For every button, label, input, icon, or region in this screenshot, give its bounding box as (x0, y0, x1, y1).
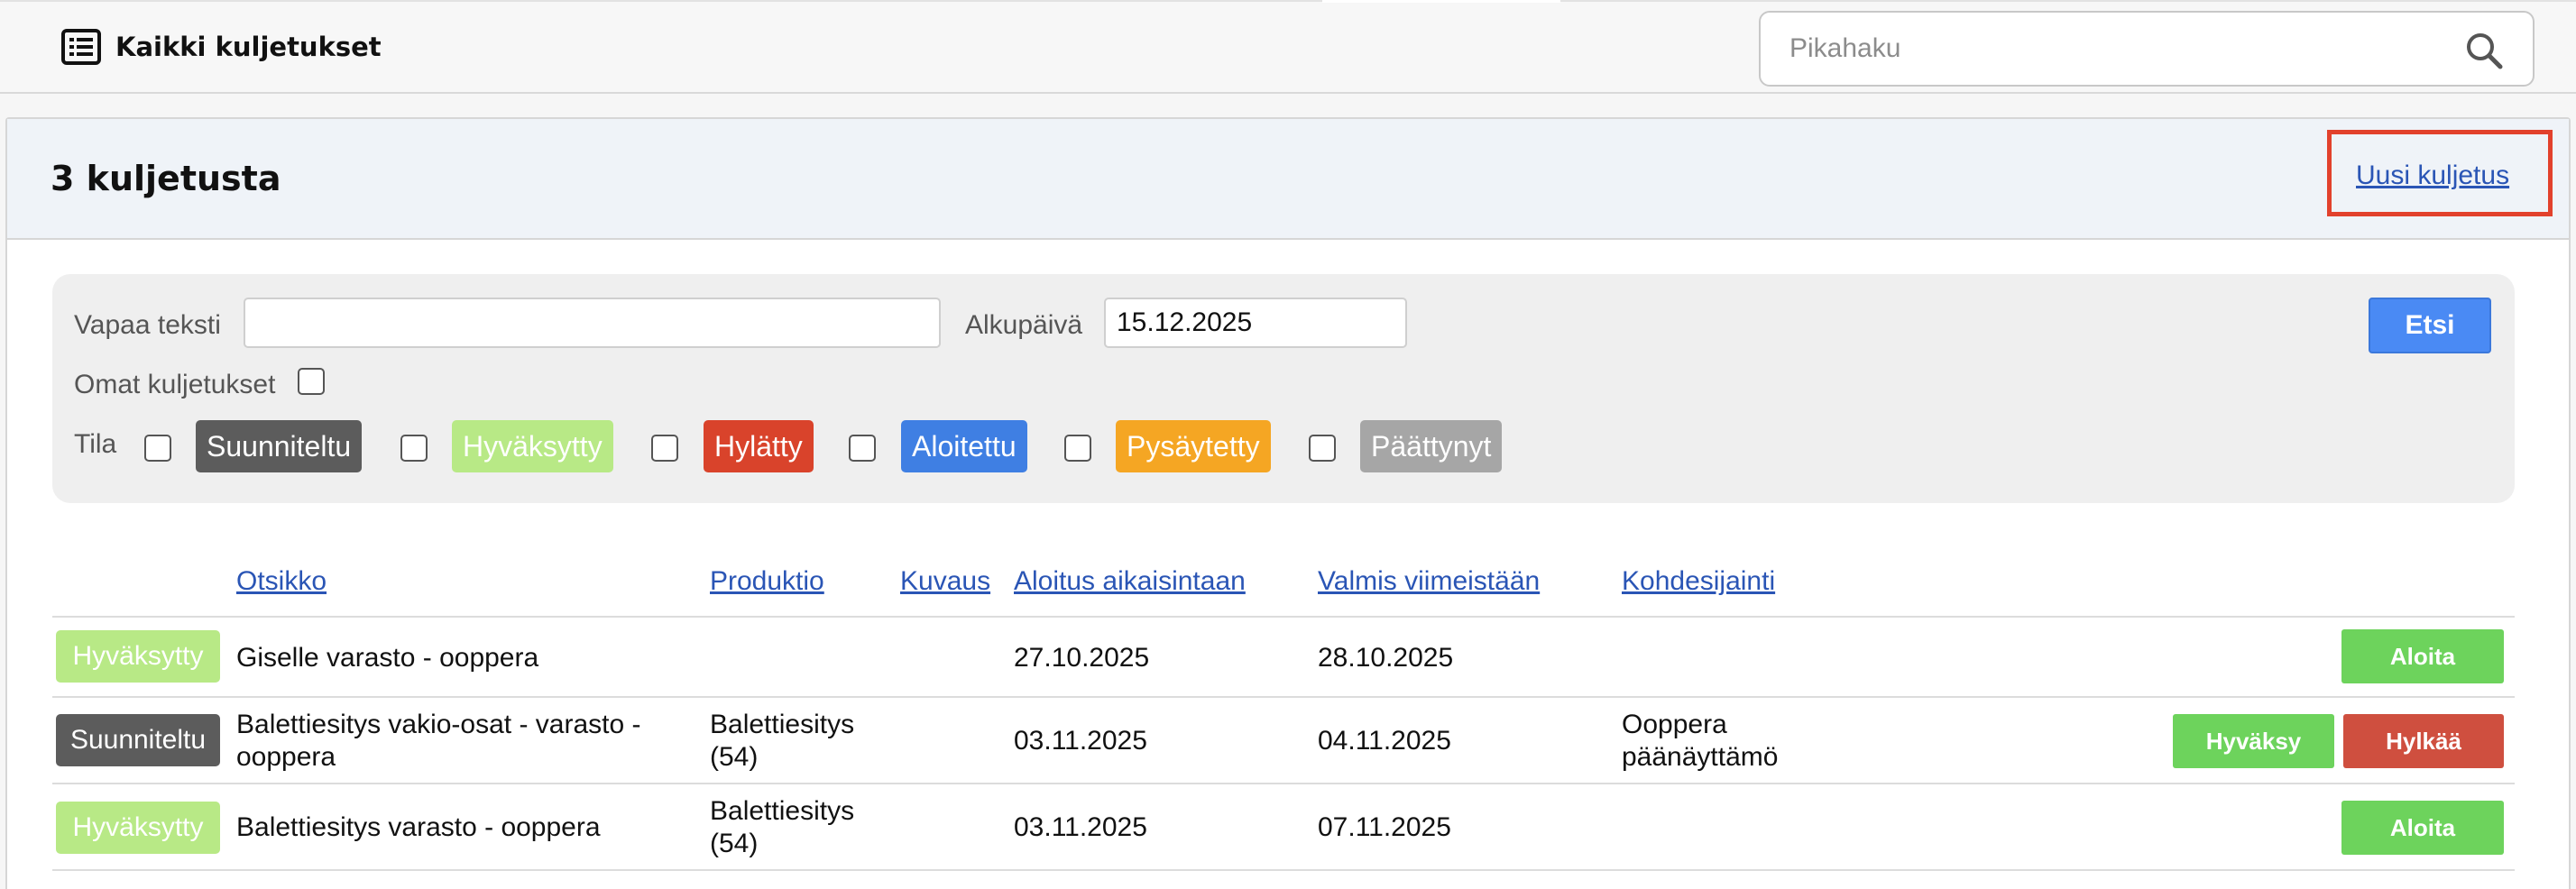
column-header-produktio[interactable]: Produktio (710, 566, 824, 597)
status-badge-hylatty: Hylätty (704, 420, 814, 472)
row-start-date: 27.10.2025 (1014, 643, 1150, 673)
search-input[interactable] (1789, 29, 2421, 69)
status-checkbox-hylatty[interactable] (651, 435, 678, 462)
active-tab-indicator (1322, 0, 1560, 3)
status-badge-paattynyt: Päättynyt (1360, 420, 1503, 472)
row-start-date: 03.11.2025 (1014, 726, 1147, 756)
start-date-input[interactable] (1104, 298, 1407, 348)
top-bar: Kaikki kuljetukset (0, 0, 2576, 94)
row-title: Giselle varasto - ooppera (236, 643, 539, 673)
column-header-kohdesijainti[interactable]: Kohdesijainti (1622, 566, 1775, 597)
status-badge-hyvaksytty: Hyväksytty (452, 420, 613, 472)
column-header-aloitus[interactable]: Aloitus aikaisintaan (1014, 566, 1246, 597)
status-badge: Suunniteltu (56, 714, 220, 766)
row-production: Balettiesitys (54) (710, 796, 855, 858)
own-transports-label: Omat kuljetukset (74, 370, 276, 399)
search-button[interactable]: Etsi (2369, 298, 2491, 353)
page-title: Kaikki kuljetukset (115, 32, 382, 62)
row-location: Ooppera päänäyttämö (1622, 710, 1779, 772)
top-border (0, 0, 1322, 2)
table-divider (52, 696, 2515, 698)
column-header-valmis[interactable]: Valmis viimeistään (1318, 566, 1540, 597)
search-icon[interactable] (2462, 29, 2506, 72)
status-badge: Hyväksytty (56, 802, 220, 854)
row-end-date: 28.10.2025 (1318, 643, 1454, 673)
result-count-title: 3 kuljetusta (51, 159, 281, 198)
table-divider (52, 869, 2515, 871)
table-divider (52, 616, 2515, 618)
status-label: Tila (74, 429, 117, 459)
status-checkbox-hyvaksytty[interactable] (400, 435, 428, 462)
list-icon (61, 29, 101, 65)
status-badge: Hyväksytty (56, 630, 220, 683)
approve-button[interactable]: Hyväksy (2173, 714, 2334, 768)
row-title: Balettiesitys varasto - ooppera (236, 812, 601, 842)
free-text-label: Vapaa teksti (74, 310, 221, 340)
top-border (1560, 0, 2576, 2)
row-production: Balettiesitys (54) (710, 710, 855, 772)
panel-header: 3 kuljetusta Uusi kuljetus (7, 119, 2569, 240)
status-checkbox-pysaytetty[interactable] (1064, 435, 1091, 462)
free-text-input[interactable] (244, 298, 941, 348)
row-start-date: 03.11.2025 (1014, 812, 1147, 842)
column-header-kuvaus[interactable]: Kuvaus (900, 566, 990, 597)
status-checkbox-suunniteltu[interactable] (144, 435, 171, 462)
quick-search[interactable] (1759, 11, 2535, 87)
reject-button[interactable]: Hylkää (2343, 714, 2504, 768)
status-checkbox-paattynyt[interactable] (1309, 435, 1336, 462)
row-end-date: 07.11.2025 (1318, 812, 1451, 842)
column-header-otsikko[interactable]: Otsikko (236, 566, 327, 597)
table-divider (52, 783, 2515, 784)
start-button[interactable]: Aloita (2341, 629, 2504, 683)
own-transports-checkbox[interactable] (298, 368, 325, 395)
status-badge-aloitettu: Aloitettu (901, 420, 1027, 472)
row-title: Balettiesitys vakio-osat - varasto - oop… (236, 710, 641, 772)
new-transport-link[interactable]: Uusi kuljetus (2356, 160, 2509, 191)
page-heading: Kaikki kuljetukset (61, 25, 382, 69)
start-date-label: Alkupäivä (965, 310, 1083, 340)
status-badge-suunniteltu: Suunniteltu (196, 420, 363, 472)
status-checkbox-aloitettu[interactable] (849, 435, 876, 462)
start-button[interactable]: Aloita (2341, 801, 2504, 855)
status-badge-pysaytetty: Pysäytetty (1116, 420, 1271, 472)
row-end-date: 04.11.2025 (1318, 726, 1451, 756)
